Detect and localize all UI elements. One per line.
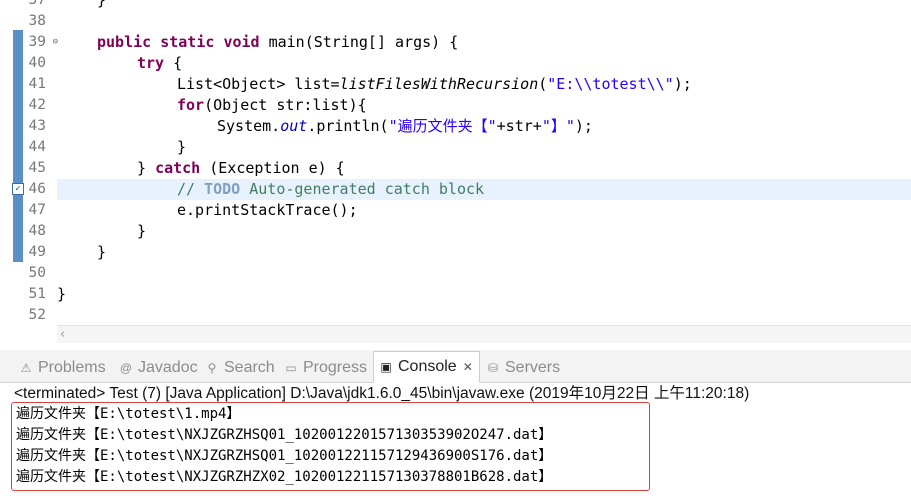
line-number: 46 — [28, 181, 46, 197]
tab-label: Javadoc — [138, 359, 198, 376]
console-view[interactable]: <terminated> Test (7) [Java Application]… — [0, 383, 911, 503]
tab-label: Search — [224, 359, 275, 376]
console-output-line: 遍历文件夹【E:\totest\NXJZGRZHSQ01_10200122015… — [16, 427, 553, 443]
line-number: 40 — [28, 55, 46, 71]
line-number: 41 — [28, 76, 46, 92]
tab-progress[interactable]: ▭ Progress — [283, 353, 367, 382]
code-line: } — [57, 285, 67, 303]
line-number: 51 — [28, 286, 46, 302]
code-line: try { — [137, 54, 183, 72]
tab-console[interactable]: ▣ Console ✕ — [373, 351, 480, 383]
scroll-left-icon[interactable]: ‹ — [60, 327, 65, 342]
line-number: 42 — [28, 97, 46, 113]
line-number: 39 ⊖ — [24, 32, 58, 53]
code-text[interactable]: } public static void main(String[] args)… — [57, 0, 911, 326]
eclipse-window: ✓ 37 38 39 ⊖ 40 41 42 43 44 45 46 47 48 4… — [0, 0, 911, 503]
tab-label: Console — [398, 358, 457, 375]
tab-problems[interactable]: ⚠ Problems — [18, 353, 106, 382]
line-number: 50 — [28, 265, 46, 281]
servers-icon: ⛁ — [487, 361, 499, 375]
code-line: } — [137, 222, 147, 240]
tab-label: Problems — [38, 359, 106, 376]
code-editor[interactable]: ✓ 37 38 39 ⊖ 40 41 42 43 44 45 46 47 48 4… — [0, 0, 911, 343]
line-number: 37 — [28, 0, 46, 8]
code-line: } — [97, 243, 107, 261]
line-number: 38 — [28, 13, 46, 29]
search-icon: ⚲ — [207, 361, 217, 375]
code-line: e.printStackTrace(); — [177, 201, 358, 219]
tab-label: Progress — [303, 359, 368, 376]
tab-search[interactable]: ⚲ Search — [204, 353, 275, 382]
horizontal-scrollbar[interactable]: ‹ — [57, 325, 911, 343]
code-line: } catch (Exception e) { — [137, 159, 345, 177]
tab-javadoc[interactable]: @ Javadoc — [118, 353, 198, 382]
code-line: public static void main(String[] args) { — [97, 33, 459, 51]
problems-icon: ⚠ — [20, 361, 32, 375]
line-number: 44 — [28, 139, 46, 155]
progress-icon: ▭ — [285, 361, 297, 375]
task-marker-icon[interactable]: ✓ — [12, 183, 24, 195]
code-line: } — [177, 138, 187, 156]
code-line: } — [97, 0, 107, 9]
javadoc-icon: @ — [119, 361, 133, 375]
change-ruler — [13, 30, 23, 262]
line-number: 52 — [28, 307, 46, 323]
console-output-line: 遍历文件夹【E:\totest\NXJZGRZHSQ01_10200122115… — [16, 448, 553, 464]
code-line: for(Object str:list){ — [177, 96, 367, 114]
line-number: 45 — [28, 160, 46, 176]
console-output-line: 遍历文件夹【E:\totest\NXJZGRZHZX02_10200122115… — [16, 469, 553, 485]
line-numbers: 37 38 39 ⊖ 40 41 42 43 44 45 46 47 48 49 … — [24, 0, 58, 326]
close-icon[interactable]: ✕ — [463, 360, 473, 374]
view-tab-bar: ⚠ Problems @ Javadoc ⚲ Search ▭ Progress ▣ Co… — [0, 350, 911, 383]
code-line: List<Object> list=listFilesWithRecursion… — [177, 75, 692, 93]
console-output-line: 遍历文件夹【E:\totest\1.mp4】 — [16, 406, 241, 422]
line-number: 48 — [28, 223, 46, 239]
line-number: 49 — [28, 244, 46, 260]
code-line: System.out.println("遍历文件夹【"+str+"】"); — [217, 117, 593, 135]
code-line-current: // TODO Auto-generated catch block — [57, 179, 911, 200]
console-icon: ▣ — [380, 360, 392, 374]
tab-servers[interactable]: ⛁ Servers — [485, 353, 560, 382]
tab-label: Servers — [505, 359, 561, 376]
line-number: 43 — [28, 118, 46, 134]
line-number: 47 — [28, 202, 46, 218]
